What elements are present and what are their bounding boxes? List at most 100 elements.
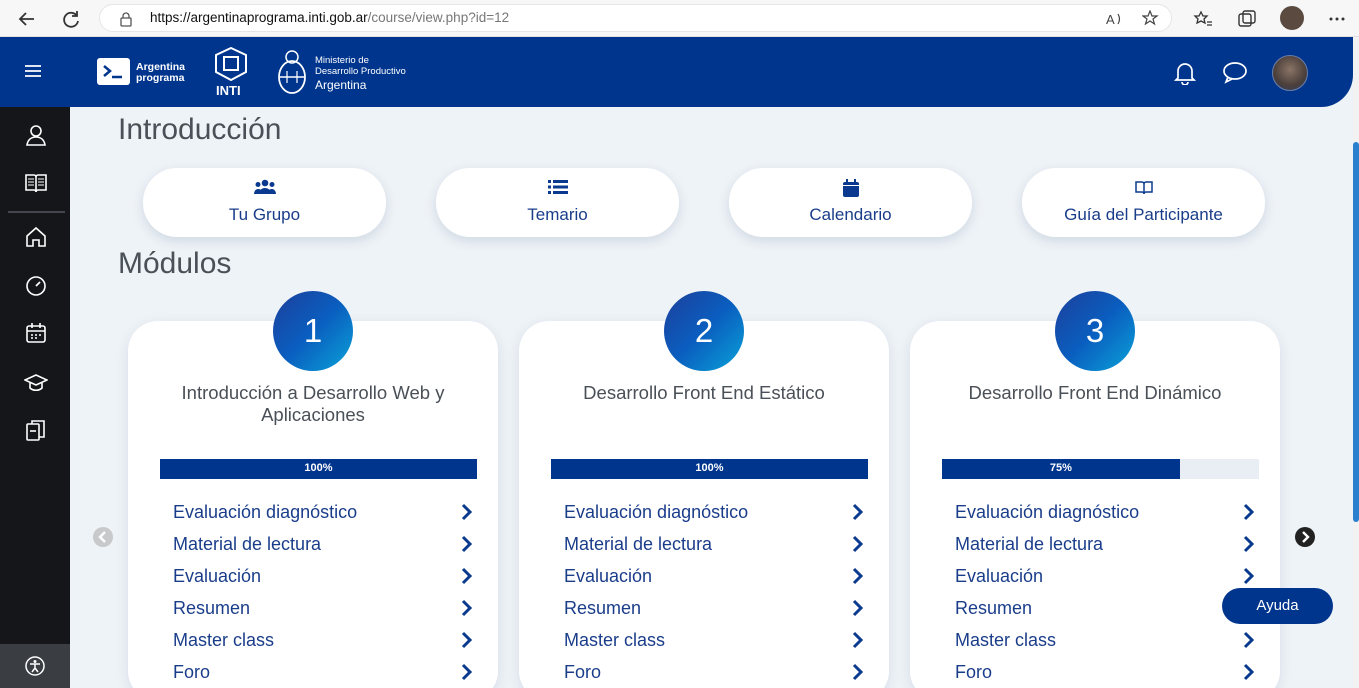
module-card: Introducción a Desarrollo Web y Aplicaci… bbox=[128, 321, 498, 688]
module-title: Introducción a Desarrollo Web y Aplicaci… bbox=[181, 382, 445, 425]
ministerio-line2: Desarrollo Productivo bbox=[315, 66, 406, 77]
chevron-right-icon bbox=[461, 503, 473, 521]
module-number-badge: 1 bbox=[273, 291, 353, 371]
module-link-label: Foro bbox=[173, 662, 211, 682]
chevron-right-icon bbox=[852, 663, 864, 681]
course-book-icon[interactable] bbox=[24, 171, 48, 195]
chevron-right-icon bbox=[461, 599, 473, 617]
chevron-right-icon bbox=[852, 599, 864, 617]
module-link-item[interactable]: Material de lectura bbox=[564, 533, 864, 557]
module-link-item[interactable]: Foro bbox=[173, 661, 473, 685]
modules-heading: Módulos bbox=[118, 247, 232, 280]
address-bar[interactable]: https://argentinaprograma.inti.gob.ar/co… bbox=[99, 4, 1172, 32]
quicklink-guia[interactable]: Guía del Participante bbox=[1022, 168, 1265, 237]
module-link-item[interactable]: Master class bbox=[564, 629, 864, 653]
carousel-prev-button[interactable] bbox=[93, 527, 113, 547]
content-bank-icon[interactable] bbox=[24, 419, 48, 443]
chevron-left-icon bbox=[98, 531, 106, 543]
carousel-next-button[interactable] bbox=[1295, 527, 1315, 547]
svg-text:A: A bbox=[1106, 12, 1115, 27]
progress-bar: 75% bbox=[942, 459, 1259, 479]
rail-divider bbox=[8, 211, 65, 213]
favorite-add-icon[interactable] bbox=[1142, 10, 1160, 28]
module-link-item[interactable]: Resumen bbox=[564, 597, 864, 621]
logo-text-line2: programa bbox=[136, 72, 185, 84]
book-icon bbox=[1134, 181, 1153, 195]
argentina-programa-logo[interactable]: Argentina programa bbox=[97, 58, 193, 86]
back-icon[interactable] bbox=[16, 8, 38, 30]
terminal-icon bbox=[97, 58, 130, 85]
module-link-label: Material de lectura bbox=[564, 534, 713, 554]
module-link-label: Resumen bbox=[955, 598, 1033, 618]
notifications-icon[interactable] bbox=[1174, 61, 1196, 85]
lock-icon[interactable] bbox=[119, 11, 133, 27]
messages-icon[interactable] bbox=[1222, 62, 1248, 84]
chevron-right-icon bbox=[1302, 531, 1310, 543]
module-link-label: Master class bbox=[955, 630, 1057, 650]
browser-profile-avatar[interactable] bbox=[1280, 6, 1304, 30]
module-link-item[interactable]: Evaluación diagnóstico bbox=[564, 501, 864, 525]
progress-label: 75% bbox=[1049, 462, 1072, 474]
ministerio-logo[interactable]: Ministerio de Desarrollo Productivo Arge… bbox=[276, 47, 426, 99]
quicklink-label: Guía del Participante bbox=[1064, 205, 1223, 224]
module-link-item[interactable]: Master class bbox=[955, 629, 1255, 653]
quicklink-temario[interactable]: Temario bbox=[436, 168, 679, 237]
page-scrollbar-thumb[interactable] bbox=[1353, 142, 1359, 522]
module-link-item[interactable]: Resumen bbox=[173, 597, 473, 621]
inti-logo[interactable]: INTI bbox=[213, 46, 249, 99]
module-link-item[interactable]: Evaluación diagnóstico bbox=[173, 501, 473, 525]
module-link-item[interactable]: Resumen bbox=[955, 597, 1255, 621]
module-link-item[interactable]: Evaluación bbox=[564, 565, 864, 589]
module-link-item[interactable]: Foro bbox=[955, 661, 1255, 685]
module-link-label: Evaluación diagnóstico bbox=[955, 502, 1140, 522]
module-link-label: Master class bbox=[564, 630, 666, 650]
participants-icon[interactable] bbox=[24, 123, 48, 147]
ministerio-line3: Argentina bbox=[315, 78, 367, 92]
module-link-label: Foro bbox=[955, 662, 993, 682]
read-aloud-icon[interactable]: A bbox=[1106, 11, 1124, 27]
module-link-item[interactable]: Material de lectura bbox=[955, 533, 1255, 557]
accessibility-button[interactable] bbox=[0, 644, 70, 688]
collections-icon[interactable] bbox=[1236, 8, 1258, 30]
chevron-right-icon bbox=[461, 663, 473, 681]
chevron-right-icon bbox=[852, 631, 864, 649]
progress-label: 100% bbox=[304, 462, 333, 474]
module-link-label: Foro bbox=[564, 662, 602, 682]
favorites-icon[interactable] bbox=[1192, 8, 1214, 30]
url-path: /course/view.php?id=12 bbox=[367, 10, 510, 25]
module-card: Desarrollo Front End Estático 100% Evaluac… bbox=[519, 321, 889, 688]
module-card: Desarrollo Front End Dinámico 75% Evaluaci… bbox=[910, 321, 1280, 688]
calendar-icon bbox=[842, 179, 859, 197]
module-link-label: Resumen bbox=[173, 598, 251, 618]
module-link-label: Resumen bbox=[564, 598, 642, 618]
module-link-label: Evaluación diagnóstico bbox=[173, 502, 358, 522]
calendar-nav-icon[interactable] bbox=[24, 321, 48, 345]
user-avatar[interactable] bbox=[1272, 55, 1308, 91]
module-link-item[interactable]: Evaluación bbox=[955, 565, 1255, 589]
menu-icon[interactable] bbox=[24, 63, 42, 79]
module-link-item[interactable]: Evaluación bbox=[173, 565, 473, 589]
module-link-item[interactable]: Material de lectura bbox=[173, 533, 473, 557]
coat-of-arms-icon bbox=[278, 50, 306, 94]
left-nav-rail bbox=[0, 107, 70, 688]
refresh-icon[interactable] bbox=[60, 8, 82, 30]
module-link-item[interactable]: Evaluación diagnóstico bbox=[955, 501, 1255, 525]
chevron-right-icon bbox=[1243, 535, 1255, 553]
dashboard-icon[interactable] bbox=[24, 273, 48, 297]
chevron-right-icon bbox=[1243, 567, 1255, 585]
ministerio-line1: Ministerio de bbox=[315, 55, 369, 66]
quicklink-calendario[interactable]: Calendario bbox=[729, 168, 972, 237]
module-link-label: Evaluación bbox=[173, 566, 262, 586]
module-link-item[interactable]: Foro bbox=[564, 661, 864, 685]
more-icon[interactable] bbox=[1326, 8, 1348, 30]
users-icon bbox=[253, 179, 276, 194]
graduation-cap-icon[interactable] bbox=[24, 371, 48, 395]
url-text[interactable]: https://argentinaprograma.inti.gob.ar/co… bbox=[150, 10, 509, 25]
quicklink-tu-grupo[interactable]: Tu Grupo bbox=[143, 168, 386, 237]
quicklink-label: Calendario bbox=[809, 205, 892, 224]
module-link-item[interactable]: Master class bbox=[173, 629, 473, 653]
home-icon[interactable] bbox=[24, 225, 48, 249]
url-host: https://argentinaprograma.inti.gob.ar bbox=[150, 10, 368, 25]
chevron-right-icon bbox=[461, 631, 473, 649]
help-button[interactable]: Ayuda bbox=[1222, 588, 1333, 624]
